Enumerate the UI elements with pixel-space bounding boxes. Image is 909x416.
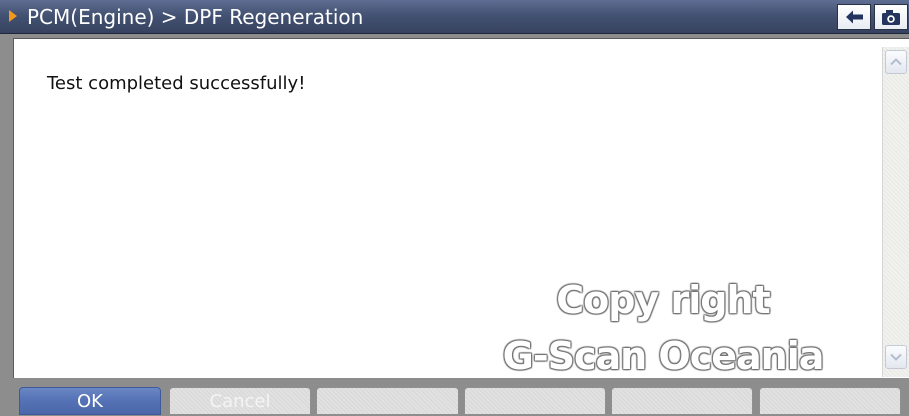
chevron-down-icon [890, 353, 902, 361]
camera-icon [882, 10, 900, 25]
scroll-down-button[interactable] [885, 345, 907, 369]
status-message: Test completed successfully! [47, 73, 306, 94]
function-button-4[interactable] [464, 387, 606, 415]
back-button[interactable] [837, 4, 871, 30]
title-bar: PCM(Engine) > DPF Regeneration [0, 0, 909, 34]
breadcrumb: PCM(Engine) > DPF Regeneration [27, 5, 364, 29]
cancel-button[interactable]: Cancel [169, 387, 311, 415]
breadcrumb-arrow-icon [9, 10, 17, 22]
function-button-6[interactable] [759, 387, 901, 415]
scroll-up-button[interactable] [885, 50, 907, 74]
button-bar: OK Cancel [0, 387, 909, 415]
function-button-5[interactable] [611, 387, 753, 415]
chevron-up-icon [890, 58, 902, 66]
message-panel: Test completed successfully! [13, 38, 909, 378]
ok-button[interactable]: OK [19, 387, 161, 415]
back-arrow-icon [846, 10, 863, 24]
screenshot-button[interactable] [874, 4, 908, 30]
vertical-scrollbar[interactable] [882, 47, 909, 377]
function-button-3[interactable] [316, 387, 459, 415]
